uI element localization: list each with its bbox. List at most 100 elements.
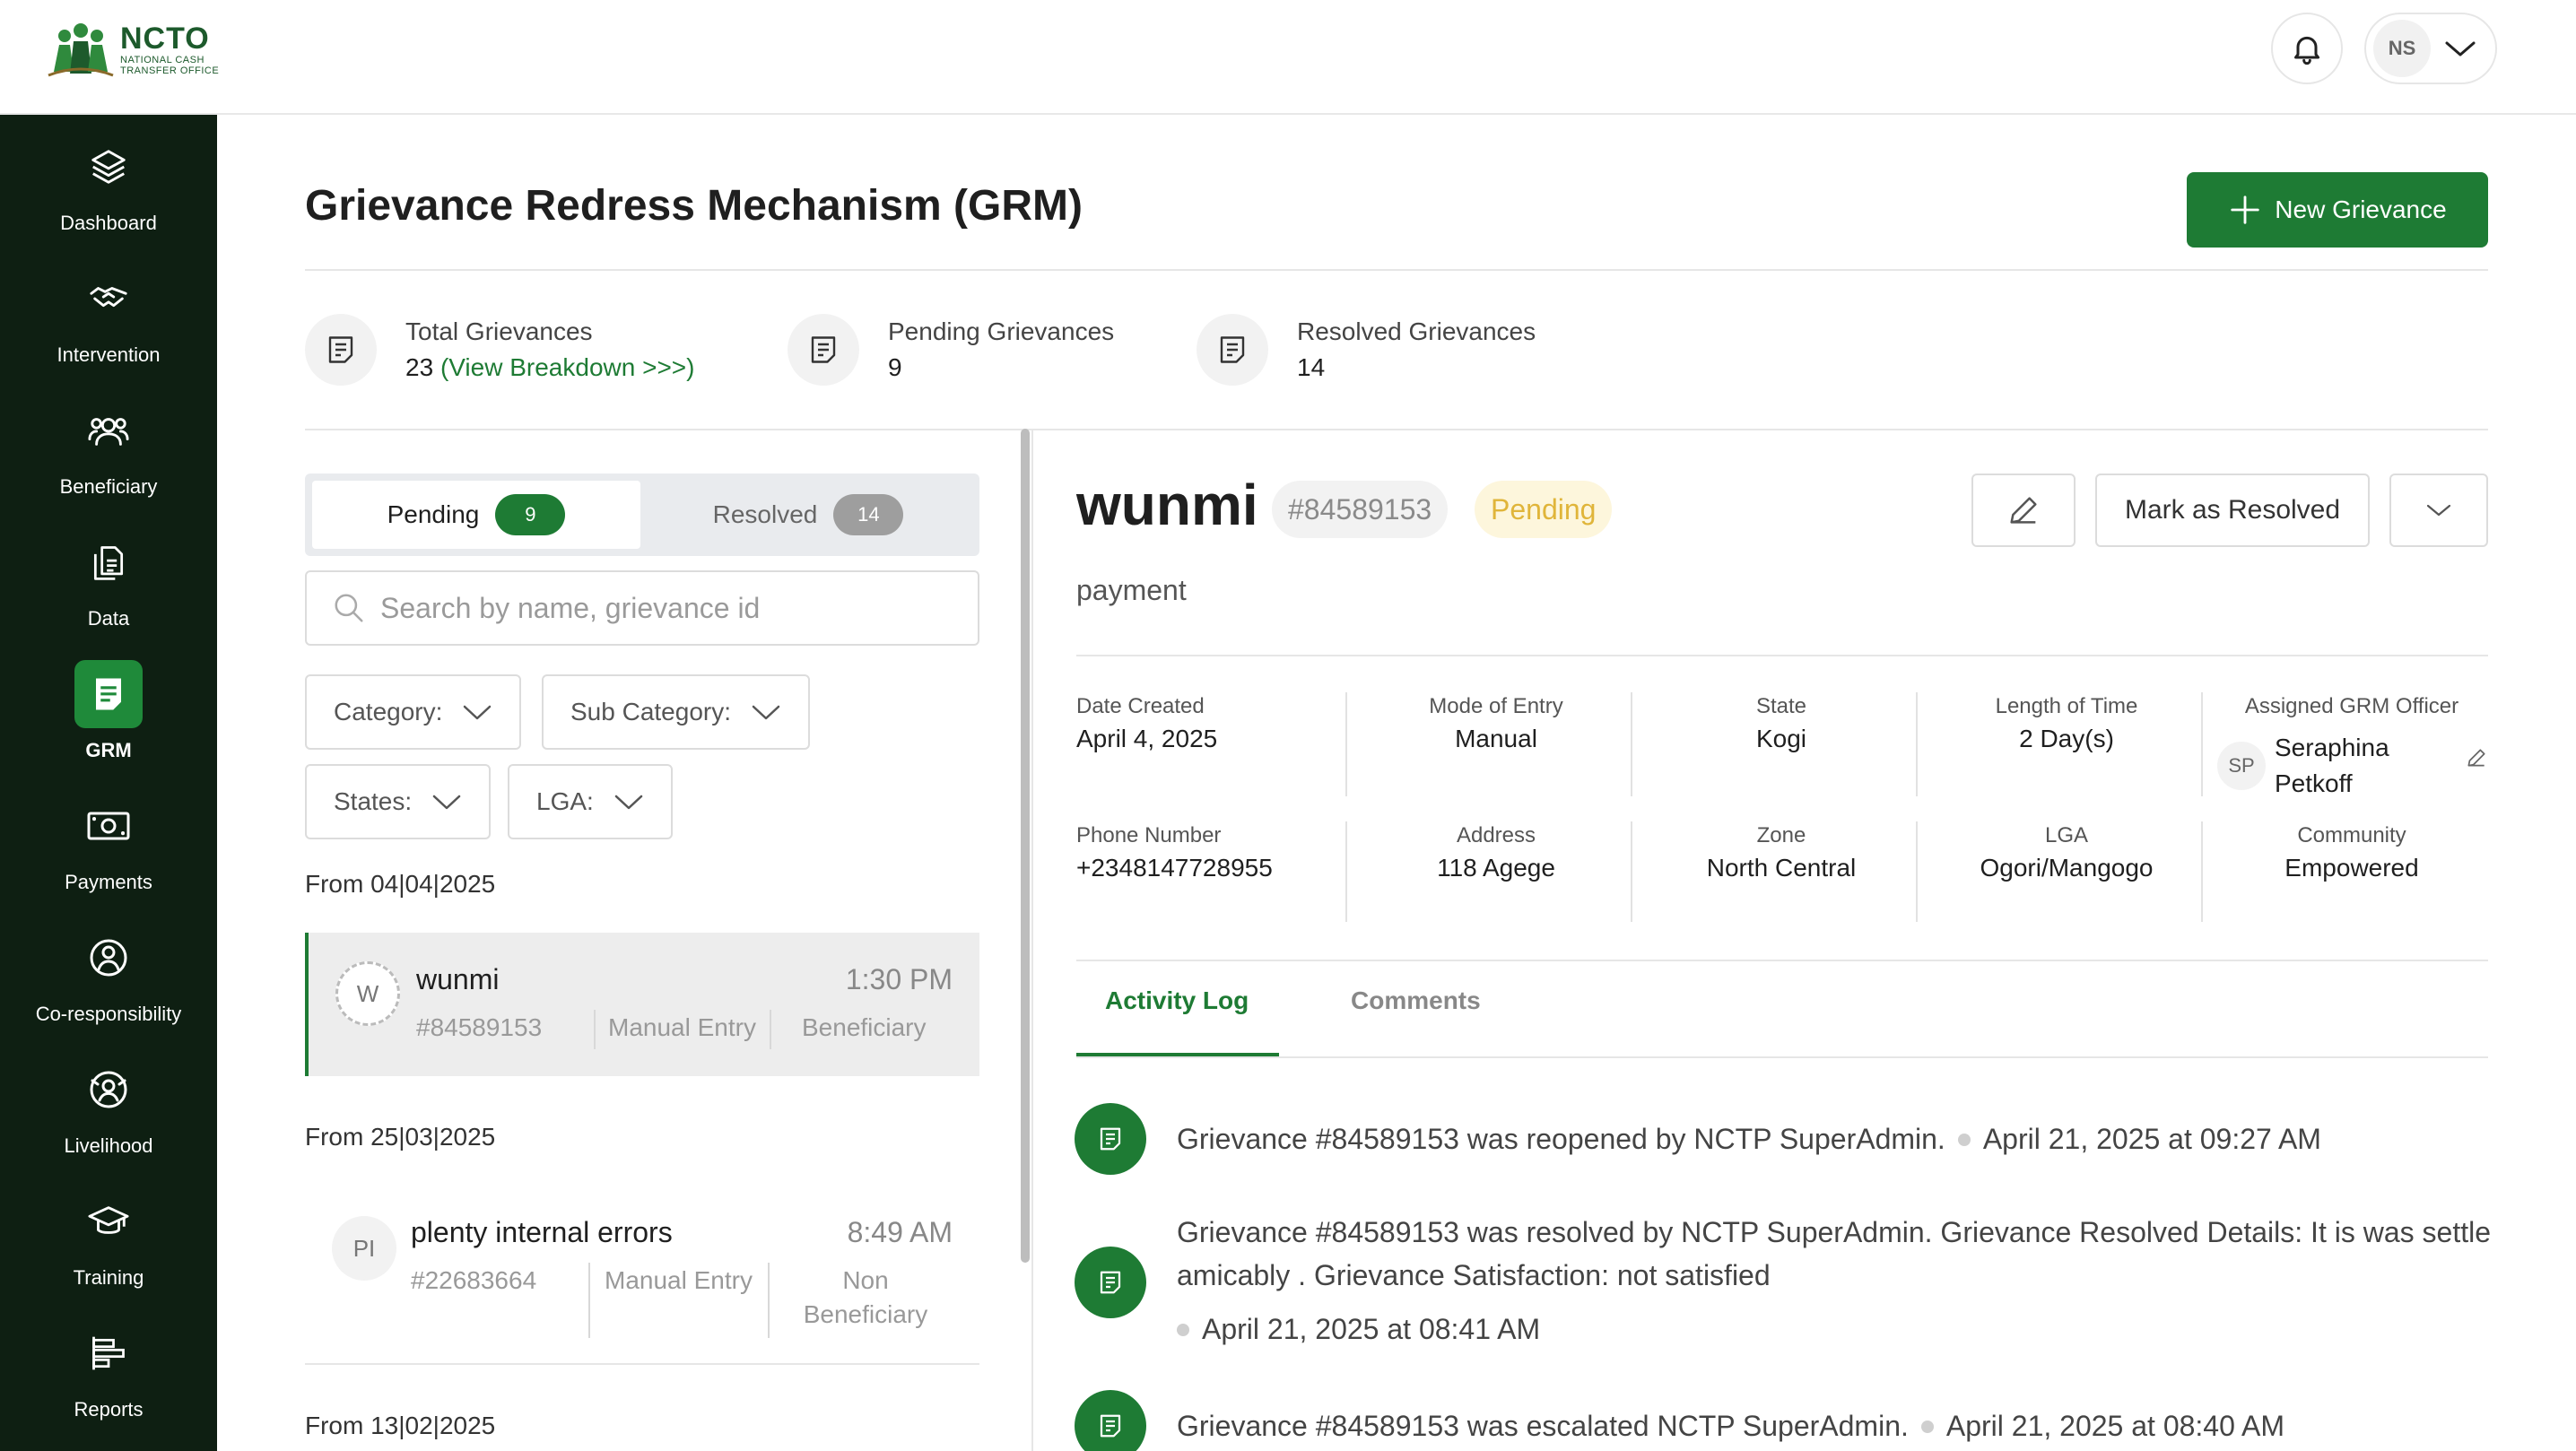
list-item[interactable]: PI plenty internal errors 8:49 AM #22683…	[305, 1184, 979, 1354]
avatar: PI	[332, 1216, 396, 1281]
user-menu-button[interactable]: NS	[2364, 13, 2497, 84]
tab-pending[interactable]: Pending 9	[312, 481, 640, 549]
divider	[588, 1263, 590, 1338]
edit-officer-icon[interactable]	[2465, 746, 2488, 769]
edit-button[interactable]	[1971, 474, 2076, 547]
grievance-time: 1:30 PM	[845, 963, 953, 995]
stat-label: Pending Grievances	[888, 317, 1115, 345]
logo-subtitle: TRANSFER OFFICE	[120, 65, 220, 76]
lga-filter[interactable]: LGA:	[508, 764, 673, 839]
info-value: 118 Agege	[1437, 854, 1555, 882]
activity-text: Grievance #84589153 was reopened by NCTP…	[1177, 1123, 1945, 1155]
logo-subtitle: NATIONAL CASH	[120, 55, 205, 65]
category-filter[interactable]: Category:	[305, 674, 522, 750]
notifications-button[interactable]	[2271, 13, 2343, 84]
info-label: Assigned GRM Officer	[2244, 694, 2459, 718]
divider	[1076, 1056, 2488, 1058]
filter-label: Category:	[334, 698, 443, 726]
avatar: W	[335, 961, 400, 1026]
activity-icon	[1075, 1390, 1146, 1451]
top-bar: NCTO NATIONAL CASH TRANSFER OFFICE NS	[0, 0, 2576, 115]
info-zone: Zone North Central	[1640, 821, 1923, 886]
divider	[770, 1010, 771, 1049]
list-scrollbar[interactable]	[1021, 429, 1030, 1263]
status-tabs: Pending 9 Resolved 14	[305, 474, 979, 556]
logo-title: NCTO	[120, 22, 210, 56]
list-item[interactable]: W wunmi 1:30 PM #84589153 Manual Entry B…	[305, 933, 979, 1076]
info-label: Length of Time	[1995, 694, 2138, 718]
divider	[2201, 821, 2203, 922]
tab-resolved[interactable]: Resolved 14	[644, 481, 972, 549]
activity-date: April 21, 2025 at 08:41 AM	[1202, 1313, 1541, 1345]
activity-date: April 21, 2025 at 09:27 AM	[1982, 1123, 2321, 1155]
mark-resolved-button[interactable]: Mark as Resolved	[2095, 474, 2370, 547]
filter-label: Sub Category:	[570, 698, 731, 726]
tab-activity-log[interactable]: Activity Log	[1105, 986, 1249, 1015]
officer-name: Seraphina Petkoff	[2275, 734, 2389, 797]
sidebar-item-intervention[interactable]: Intervention	[0, 257, 217, 374]
assigned-officer: SP Seraphina Petkoff	[2217, 730, 2454, 802]
new-grievance-button[interactable]: New Grievance	[2187, 172, 2488, 248]
divider	[305, 269, 2488, 271]
activity-icon	[1075, 1103, 1146, 1175]
info-value: Empowered	[2284, 854, 2419, 882]
chevron-down-icon	[752, 705, 780, 720]
sidebar-item-data[interactable]: Data	[0, 521, 217, 638]
sidebar-item-co-responsibility[interactable]: Co-responsibility	[0, 917, 217, 1033]
view-breakdown-link[interactable]: (View Breakdown >>>)	[440, 353, 695, 381]
layers-icon	[74, 133, 143, 201]
grievance-entry: Manual Entry	[608, 1013, 756, 1041]
sidebar-item-label: GRM	[85, 739, 132, 761]
ncto-logo-icon	[48, 23, 114, 77]
date-group-label: From 25|03|2025	[305, 1123, 496, 1151]
info-state: State Kogi	[1640, 692, 1923, 757]
sidebar-item-payments[interactable]: Payments	[0, 785, 217, 901]
avatar: SP	[2217, 742, 2266, 790]
more-options-button[interactable]	[2389, 474, 2488, 547]
info-mode-of-entry: Mode of Entry Manual	[1354, 692, 1638, 757]
reports-icon	[74, 1319, 143, 1387]
sidebar-item-training[interactable]: Training	[0, 1180, 217, 1297]
document-icon	[305, 314, 377, 386]
info-date-created: Date Created April 4, 2025	[1076, 692, 1360, 757]
divider	[594, 1010, 596, 1049]
info-label: LGA	[2044, 823, 2089, 847]
activity-date: April 21, 2025 at 08:40 AM	[1945, 1410, 2285, 1442]
search-icon	[335, 594, 363, 622]
sidebar-item-label: Payments	[65, 871, 152, 893]
search-input[interactable]: Search by name, grievance id	[305, 570, 979, 646]
tab-comments[interactable]: Comments	[1351, 986, 1481, 1015]
sidebar-item-reports[interactable]: Reports	[0, 1312, 217, 1429]
activity-entry: Grievance #84589153 was escalated NCTP S…	[1177, 1404, 2495, 1447]
separator-dot	[1177, 1323, 1189, 1336]
divider	[1631, 821, 1632, 922]
sidebar-item-beneficiary[interactable]: Beneficiary	[0, 389, 217, 506]
documents-icon	[74, 528, 143, 596]
sidebar-item-dashboard[interactable]: Dashboard	[0, 126, 217, 242]
info-phone-number: Phone Number +2348147728955	[1076, 821, 1360, 886]
chevron-down-icon	[2426, 504, 2451, 517]
sidebar: Dashboard Intervention Beneficiary Data …	[0, 115, 217, 1451]
sidebar-item-label: Data	[87, 607, 130, 630]
sub-category-filter[interactable]: Sub Category:	[542, 674, 810, 750]
info-value: +2348147728955	[1076, 854, 1273, 882]
tab-label: Resolved	[712, 500, 818, 528]
grievance-name: wunmi	[416, 963, 500, 995]
info-value: North Central	[1706, 854, 1857, 882]
co-responsibility-icon	[74, 924, 143, 992]
activity-text: Grievance #84589153 was resolved by NCTP…	[1177, 1216, 2491, 1291]
grievance-type-line: Beneficiary	[803, 1300, 928, 1328]
sidebar-item-grm[interactable]: GRM	[0, 653, 217, 769]
states-filter[interactable]: States:	[305, 764, 492, 839]
divider	[1345, 821, 1347, 922]
separator-dot	[1957, 1133, 1971, 1146]
divider	[768, 1263, 770, 1338]
sidebar-item-label: Livelihood	[64, 1134, 153, 1157]
sidebar-item-livelihood[interactable]: Livelihood	[0, 1048, 217, 1165]
activity-entry: Grievance #84589153 was reopened by NCTP…	[1177, 1117, 2495, 1160]
count-badge: 14	[833, 494, 904, 535]
page-title: Grievance Redress Mechanism (GRM)	[305, 182, 1083, 230]
info-label: State	[1755, 694, 1807, 718]
logo[interactable]: NCTO NATIONAL CASH TRANSFER OFFICE	[45, 18, 219, 81]
activity-text: Grievance #84589153 was escalated NCTP S…	[1177, 1410, 1909, 1442]
